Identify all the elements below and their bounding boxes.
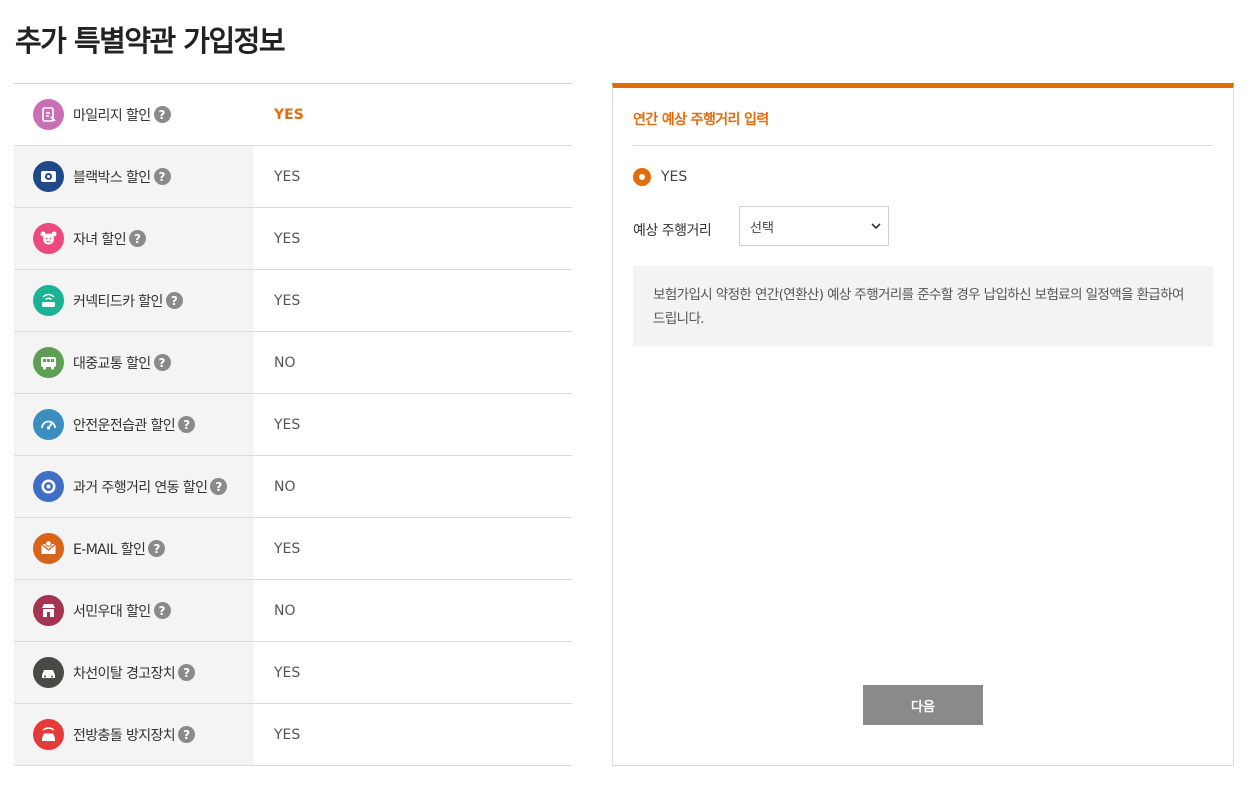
discount-name-cell: 대중교통 할인? [14,332,254,393]
yes-radio-label: YES [661,169,688,185]
discount-name-cell: 차선이탈 경고장치? [14,642,254,703]
help-icon[interactable]: ? [165,292,183,309]
help-icon[interactable]: ? [178,664,196,681]
discount-name-cell: 마일리지 할인? [14,84,254,145]
discount-value: YES [254,642,572,703]
expected-distance-select[interactable]: 선택 [739,206,889,246]
discount-label: E-MAIL 할인 [73,541,146,558]
discount-label: 서민우대 할인 [73,603,151,620]
store-icon [33,595,64,626]
discount-row: 서민우대 할인? NO [14,580,572,642]
help-icon[interactable]: ? [153,354,171,371]
discount-value: NO [254,456,572,517]
discount-label: 차선이탈 경고장치 [73,665,176,682]
discount-name-cell: 커넥티드카 할인? [14,270,254,331]
discount-row: 과거 주행거리 연동 할인? NO [14,456,572,518]
blackbox-icon [33,161,64,192]
discount-label: 안전운전습관 할인 [73,417,176,434]
discount-name-cell: E-MAIL 할인? [14,518,254,579]
discount-row: 커넥티드카 할인? YES [14,270,572,332]
discount-row: 블랙박스 할인? YES [14,146,572,208]
discount-value: YES [254,84,572,145]
discount-label: 전방충돌 방지장치 [73,727,176,744]
mileage-icon [33,99,64,130]
discount-label: 대중교통 할인 [73,355,151,372]
lane-car-icon [33,657,64,688]
help-icon[interactable]: ? [148,540,166,557]
discount-table: 마일리지 할인? YES 블랙박스 할인? YES 자녀 할인? YES 커넥티드카 할인?… [14,83,572,766]
connected-car-icon [33,285,64,316]
help-icon[interactable]: ? [153,106,171,123]
discount-name-cell: 서민우대 할인? [14,580,254,641]
discount-label: 과거 주행거리 연동 할인 [73,479,208,496]
discount-label: 자녀 할인 [73,231,127,248]
discount-value: YES [254,394,572,455]
discount-name-cell: 자녀 할인? [14,208,254,269]
bus-icon [33,347,64,378]
discount-row: 안전운전습관 할인? YES [14,394,572,456]
collision-car-icon [33,719,64,750]
panel-divider [633,145,1213,146]
discount-value: YES [254,704,572,765]
info-notice: 보험가입시 약정한 연간(연환산) 예상 주행거리를 준수할 경우 납입하신 보… [633,266,1213,346]
discount-value: NO [254,580,572,641]
discount-label: 블랙박스 할인 [73,169,151,186]
next-button[interactable]: 다음 [863,685,983,725]
expected-distance-label: 예상 주행거리 [633,223,712,239]
help-icon[interactable]: ? [178,726,196,743]
select-value: 선택 [750,220,774,236]
discount-value: YES [254,208,572,269]
panel-title: 연간 예상 주행거리 입력 [633,112,769,128]
child-icon [33,223,64,254]
radio-selected-dot [639,174,645,180]
email-icon [33,533,64,564]
yes-radio-button[interactable] [633,168,651,186]
help-icon[interactable]: ? [153,602,171,619]
page-title: 추가 특별약관 가입정보 [15,24,286,58]
discount-value: YES [254,146,572,207]
mileage-input-panel: 연간 예상 주행거리 입력 YES 예상 주행거리 선택 보험가입시 약정한 연… [612,83,1234,766]
help-icon[interactable]: ? [128,230,146,247]
discount-label: 커넥티드카 할인 [73,293,163,310]
discount-row: E-MAIL 할인? YES [14,518,572,580]
help-icon[interactable]: ? [210,478,228,495]
discount-value: YES [254,518,572,579]
yes-radio-option[interactable]: YES [633,168,687,186]
discount-name-cell: 블랙박스 할인? [14,146,254,207]
discount-row: 자녀 할인? YES [14,208,572,270]
discount-name-cell: 전방충돌 방지장치? [14,704,254,765]
discount-value: YES [254,270,572,331]
chevron-down-icon [871,223,881,230]
discount-name-cell: 안전운전습관 할인? [14,394,254,455]
discount-row: 차선이탈 경고장치? YES [14,642,572,704]
discount-value: NO [254,332,572,393]
speedometer-icon [33,409,64,440]
discount-row: 대중교통 할인? NO [14,332,572,394]
discount-name-cell: 과거 주행거리 연동 할인? [14,456,254,517]
discount-label: 마일리지 할인 [73,107,151,124]
help-icon[interactable]: ? [178,416,196,433]
target-icon [33,471,64,502]
discount-row: 전방충돌 방지장치? YES [14,704,572,766]
help-icon[interactable]: ? [153,168,171,185]
discount-row: 마일리지 할인? YES [14,84,572,146]
